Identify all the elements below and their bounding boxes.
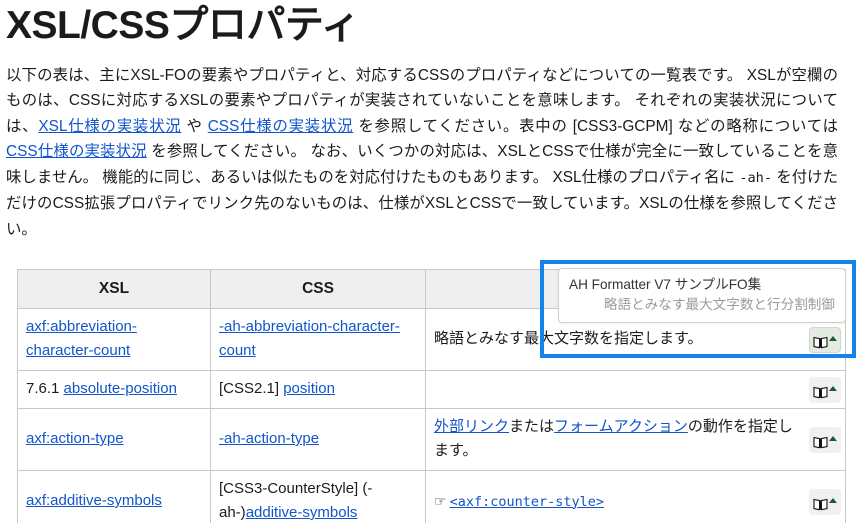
description-link-external[interactable]: 外部リンク xyxy=(434,418,509,435)
xsl-property-link[interactable]: axf:action-type xyxy=(26,430,124,447)
cell-css: [CSS3-CounterStyle] (-ah-)additive-symbo… xyxy=(211,471,426,523)
book-open-icon xyxy=(813,495,828,508)
column-header-css: CSS xyxy=(211,270,426,309)
css-property-link[interactable]: -ah-abbreviation-character-count xyxy=(219,318,400,359)
xsl-property-link[interactable]: absolute-position xyxy=(64,380,177,397)
intro-paragraph: 以下の表は、主にXSL-FOの要素やプロパティと、対応するCSSのプロパティなど… xyxy=(0,47,846,243)
table-row: axf:additive-symbols [CSS3-CounterStyle]… xyxy=(18,471,846,523)
xsl-property-link[interactable]: axf:abbreviation-character-count xyxy=(26,318,137,359)
caret-up-icon xyxy=(829,386,837,391)
intro-seg-2: や xyxy=(181,118,207,135)
intro-code-ah: -ah- xyxy=(739,170,772,186)
css-property-link[interactable]: additive-symbols xyxy=(246,504,358,521)
description-link-form-action[interactable]: フォームアクション xyxy=(554,418,688,435)
cell-xsl: axf:additive-symbols xyxy=(18,471,211,523)
cell-css: -ah-abbreviation-character-count xyxy=(211,309,426,371)
sample-fo-toggle-button[interactable] xyxy=(809,327,841,353)
page-root: XSL/CSSプロパティ 以下の表は、主にXSL-FOの要素やプロパティと、対応… xyxy=(0,0,860,523)
caret-up-icon xyxy=(829,336,837,341)
cell-description: 外部リンクまたはフォームアクションの動作を指定します。 xyxy=(426,409,846,471)
table-row: axf:action-type -ah-action-type 外部リンクまたは… xyxy=(18,409,846,471)
link-css-implementation-status-2[interactable]: CSS仕様の実装状況 xyxy=(6,143,147,160)
link-css-implementation-status[interactable]: CSS仕様の実装状況 xyxy=(208,118,354,135)
sample-fo-tooltip: AH Formatter V7 サンプルFO集 略語とみなす最大文字数と行分割制… xyxy=(558,268,846,323)
description-code-link[interactable]: <axf:counter-style> xyxy=(450,494,604,510)
css-spec-tag: [CSS2.1] xyxy=(219,380,283,397)
tooltip-title: AH Formatter V7 サンプルFO集 xyxy=(569,275,835,295)
cell-xsl: axf:action-type xyxy=(18,409,211,471)
pointing-hand-icon: ☞ xyxy=(434,493,447,509)
sample-fo-toggle-button[interactable] xyxy=(809,489,841,515)
cell-description: ☞<axf:counter-style> xyxy=(426,471,846,523)
css-property-link[interactable]: position xyxy=(283,380,335,397)
css-property-link[interactable]: -ah-action-type xyxy=(219,430,319,447)
caret-up-icon xyxy=(829,436,837,441)
table-row: 7.6.1 absolute-position [CSS2.1] positio… xyxy=(18,371,846,409)
column-header-xsl: XSL xyxy=(18,270,211,309)
intro-seg-3: を参照してください。表中の [CSS3-GCPM] などの略称については xyxy=(353,118,838,135)
cell-xsl: 7.6.1 absolute-position xyxy=(18,371,211,409)
caret-up-icon xyxy=(829,498,837,503)
cell-description xyxy=(426,371,846,409)
book-open-icon xyxy=(813,433,828,446)
book-open-icon xyxy=(813,333,828,346)
page-title: XSL/CSSプロパティ xyxy=(0,0,860,47)
sample-fo-toggle-button[interactable] xyxy=(809,427,841,453)
sample-fo-toggle-button[interactable] xyxy=(809,377,841,403)
description-text-mid: または xyxy=(509,418,554,435)
xsl-property-link[interactable]: axf:additive-symbols xyxy=(26,492,162,509)
xsl-section-number: 7.6.1 xyxy=(26,380,64,397)
book-open-icon xyxy=(813,383,828,396)
cell-css: -ah-action-type xyxy=(211,409,426,471)
description-text: 略語とみなす最大文字数を指定します。 xyxy=(434,330,703,347)
tooltip-subtitle: 略語とみなす最大文字数と行分割制御 xyxy=(569,295,835,315)
link-xsl-implementation-status[interactable]: XSL仕様の実装状況 xyxy=(38,118,181,135)
cell-css: [CSS2.1] position xyxy=(211,371,426,409)
cell-xsl: axf:abbreviation-character-count xyxy=(18,309,211,371)
